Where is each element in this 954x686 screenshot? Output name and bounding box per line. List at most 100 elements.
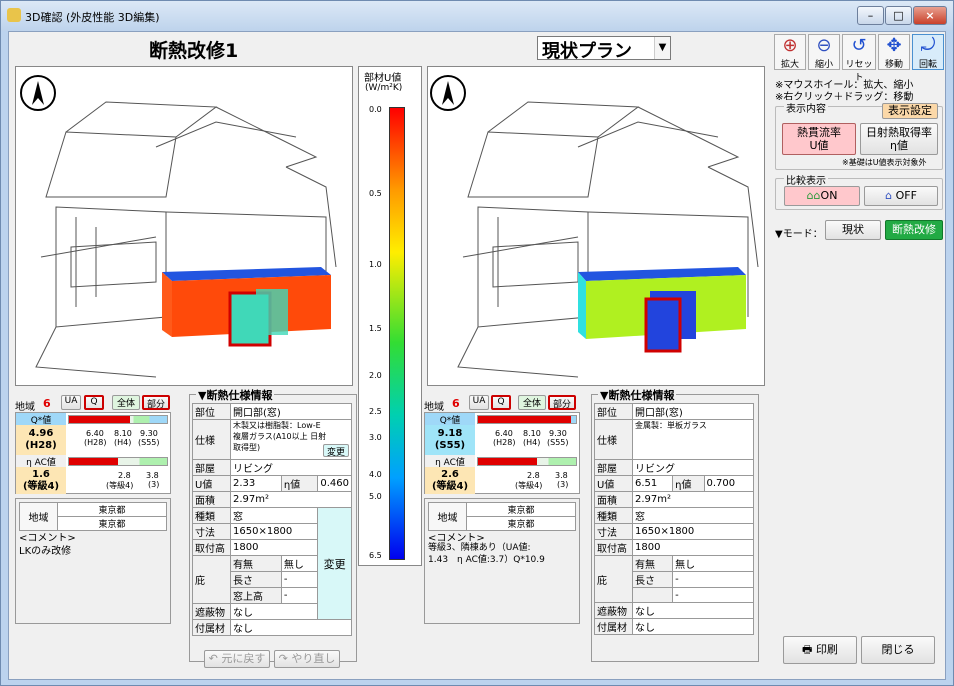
right-q-scale-c2: (S55)	[547, 438, 569, 447]
compare-label: 比較表示	[784, 172, 828, 187]
spec-label: η値	[280, 475, 319, 492]
spec-value: 2.33	[230, 475, 282, 492]
spec-label: 長さ	[230, 571, 282, 588]
right-spec-panel: ▼断熱仕様情報 部位 開口部(窓) 仕様 金属製：単板ガラス 部屋 リビング U値 6.…	[591, 387, 759, 662]
spec-label: 寸法	[192, 523, 231, 540]
spec-label: 窓上高	[230, 587, 282, 604]
undo-button[interactable]: ↶ 元に戻す	[204, 650, 270, 668]
solar-gain-button[interactable]: 日射熱取得率 η値	[860, 123, 938, 155]
compare-on-label: ON	[820, 189, 838, 202]
rotate-icon: ⤾	[920, 35, 936, 56]
left-spec-change-button[interactable]: 変更	[323, 444, 349, 458]
close-button[interactable]: 閉じる	[861, 636, 935, 664]
scale-tick: 1.5	[369, 324, 382, 333]
chevron-down-icon[interactable]: ▼	[654, 37, 670, 59]
zoom-in-button[interactable]: ⊕ 拡大	[774, 34, 806, 70]
left-q-label: Q*値	[16, 413, 66, 426]
right-region-label: 地域	[424, 402, 444, 413]
heat-transmission-button[interactable]: 熱貫流率 U値	[782, 123, 856, 155]
right-eta-grade: (等級4)	[431, 481, 469, 492]
left-house-model[interactable]	[16, 67, 352, 385]
left-spec-value: 木製又は樹脂製：Low-E 複層ガラス(A10以上 日射 取得型)	[233, 421, 327, 452]
mode-current-button[interactable]: 現状	[825, 220, 881, 240]
scale-tick: 4.0	[369, 470, 382, 479]
minimize-button[interactable]: –	[857, 6, 884, 25]
left-eave-change-button[interactable]: 変更	[317, 507, 352, 620]
maximize-button[interactable]: □	[885, 6, 912, 25]
spec-value: リビング	[230, 459, 352, 476]
left-eta-scale-a: 2.8	[118, 471, 131, 480]
compare-group: 比較表示 ⌂⌂ON ⌂ OFF	[775, 172, 943, 210]
spec-label: 部位	[594, 403, 633, 420]
heat-transmission-label: 熱貫流率	[797, 126, 841, 139]
app-window: 3D確認 (外皮性能 3D編集) – □ × 断熱改修1 部材U値 (W/m²K…	[0, 0, 954, 686]
spec-value: -	[280, 571, 319, 588]
plan-select[interactable]: 現状プラン ▼	[537, 36, 671, 62]
left-performance-panel: Q*値 4.96 (H28) 6.40 8.10 9.30 (H28) (H4) …	[15, 412, 171, 494]
u-value-scale: 部材U値 (W/m²K) 0.0 0.5 1.0 1.5 2.0 2.5 3.0…	[358, 66, 422, 566]
spec-label: 面積	[192, 491, 231, 508]
scale-tick: 1.0	[369, 260, 382, 269]
right-q-scale-a: 6.40	[495, 429, 513, 438]
spec-value: 窓	[632, 507, 754, 524]
left-q-bar	[68, 415, 168, 424]
right-all-tab[interactable]: 全体	[518, 395, 546, 410]
house-icon: ⌂⌂	[806, 189, 821, 202]
spec-value: なし	[230, 619, 352, 636]
spec-label: 庇	[192, 555, 231, 604]
left-region-label: 地域	[15, 402, 35, 413]
close-window-button[interactable]: ×	[913, 6, 947, 25]
left-q-value-box: 4.96 (H28)	[16, 425, 66, 455]
redo-button[interactable]: ↷ やり直し	[274, 650, 340, 668]
spec-label: 種類	[594, 507, 633, 524]
left-ua-tab[interactable]: UA	[61, 395, 81, 410]
display-content-group: 表示内容 表示設定 熱貫流率 U値 日射熱取得率 η値 ※基礎はU値表示対象外	[775, 100, 943, 170]
right-3d-view[interactable]	[427, 66, 765, 386]
left-all-tab[interactable]: 全体	[112, 395, 140, 410]
spec-label: 仕様	[192, 419, 231, 460]
left-3d-view[interactable]	[15, 66, 353, 386]
right-house-model[interactable]	[428, 67, 764, 385]
heat-transmission-sub: U値	[809, 139, 829, 152]
mode-renovate-button[interactable]: 断熱改修	[885, 220, 943, 240]
spec-value: 無し	[672, 555, 754, 572]
left-area-label: 地域	[19, 502, 58, 531]
spec-label: 遮蔽物	[192, 603, 231, 620]
spec-value: 1650×1800	[229, 523, 319, 540]
zoom-out-button[interactable]: ⊖ 縮小	[808, 34, 840, 70]
right-q-label: Q*値	[425, 413, 475, 426]
compare-off-button[interactable]: ⌂ OFF	[864, 186, 938, 206]
compare-on-button[interactable]: ⌂⌂ON	[784, 186, 860, 206]
spec-label: 取付高	[594, 539, 633, 556]
scale-tick: 2.0	[369, 371, 382, 380]
left-eta-bar-fill	[69, 458, 118, 465]
zoom-out-icon: ⊖	[816, 35, 832, 56]
left-q-scale-a: 6.40	[86, 429, 104, 438]
zoom-in-label: 拡大	[780, 60, 799, 70]
right-part-tab[interactable]: 部分	[548, 395, 576, 410]
right-eta-label: η AC値	[425, 455, 475, 468]
left-eta-scale-b: 3.8	[146, 471, 159, 480]
left-spec-title: ▼断熱仕様情報	[196, 387, 275, 403]
right-eta-bar	[477, 457, 577, 466]
solar-gain-label: 日射熱取得率	[866, 126, 932, 139]
right-q-tab[interactable]: Q	[491, 395, 511, 410]
move-button[interactable]: ✥ 移動	[878, 34, 910, 70]
left-spec-panel: ▼断熱仕様情報 部位 開口部(窓) 仕様 木製又は樹脂製：Low-E 複層ガラス(…	[189, 387, 357, 662]
spec-label: U値	[594, 475, 633, 492]
right-q-scale-b: 8.10	[523, 429, 541, 438]
print-button[interactable]: 🖶 印刷	[783, 636, 857, 664]
spec-value: 6.51	[631, 475, 674, 492]
spec-label	[631, 587, 674, 603]
left-q-tab[interactable]: Q	[84, 395, 104, 410]
reset-button[interactable]: ↺ リセット	[842, 34, 876, 83]
right-eta-scale-b: 3.8	[555, 471, 568, 480]
display-settings-button[interactable]: 表示設定	[882, 103, 938, 119]
left-part-tab[interactable]: 部分	[142, 395, 170, 410]
rotate-label: 回転	[918, 60, 937, 70]
right-q-grade: (S55)	[434, 440, 466, 451]
spec-label: 部屋	[192, 459, 231, 476]
scale-unit: (W/m²K)	[365, 83, 403, 93]
rotate-button[interactable]: ⤾ 回転	[912, 34, 944, 70]
right-ua-tab[interactable]: UA	[469, 395, 489, 410]
